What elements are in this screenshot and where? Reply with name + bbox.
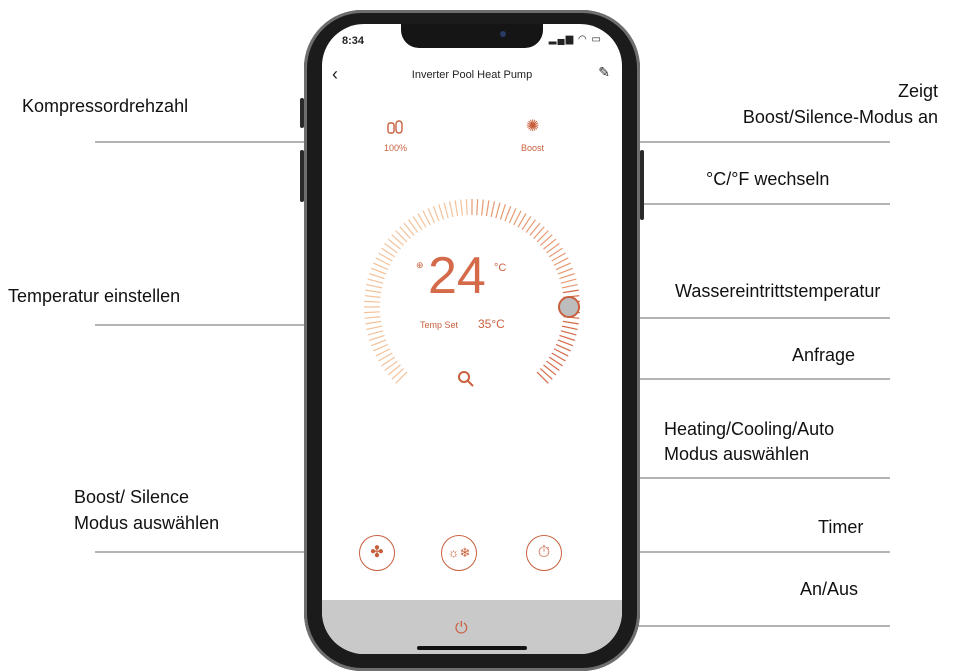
volume-down-button — [300, 150, 304, 202]
annotation-water-inlet-temperature: Wassereintrittstemperatur — [675, 281, 881, 301]
dial-tick — [561, 283, 578, 289]
power-icon[interactable]: ⏻ — [455, 620, 468, 638]
annotation-query: Anfrage — [792, 345, 856, 365]
annotation-timer: Timer — [818, 517, 864, 537]
dial-tick — [508, 208, 517, 224]
annotation-unit-switch: °C/°F wechseln — [706, 169, 830, 189]
dial-tick — [555, 262, 571, 271]
edit-icon[interactable]: ✎ — [598, 64, 610, 81]
dial-tick — [365, 320, 382, 325]
search-icon[interactable] — [457, 370, 475, 393]
dial-tick — [448, 201, 454, 218]
mode-status-value: Boost — [521, 143, 545, 153]
dial-tick — [559, 273, 575, 280]
dial-tick — [460, 199, 463, 216]
annotation-set-temperature: Temperatur einstellen — [8, 286, 181, 306]
dial-tick — [562, 289, 579, 294]
stopwatch-icon: ⏱ — [537, 544, 551, 561]
temperature-knob[interactable] — [558, 296, 580, 318]
water-inlet-icon: ⊕ — [416, 260, 424, 270]
status-icons: ▂▄▆ ◠ ▭ — [548, 34, 602, 45]
dial-tick — [364, 295, 381, 298]
fan-icon: ✤ — [370, 544, 384, 561]
annotation-on-off: An/Aus — [800, 579, 859, 599]
dial-tick — [373, 262, 389, 271]
mode-select-button[interactable]: ☼❄ — [441, 535, 477, 571]
unit-toggle[interactable]: °C — [494, 262, 506, 274]
dial-tick — [366, 283, 383, 289]
dial-tick — [485, 200, 490, 217]
dial-tick — [367, 330, 384, 336]
camera-icon — [500, 31, 506, 37]
volume-up-button — [300, 98, 304, 128]
dial-tick — [443, 202, 449, 219]
dial-tick — [454, 200, 459, 217]
status-time: 8:34 — [342, 35, 365, 47]
compressor-icon — [386, 118, 404, 141]
dial-tick — [365, 289, 382, 294]
sun-snowflake-icon: ☼❄ — [447, 545, 471, 560]
dial-tick — [557, 339, 574, 347]
dial-tick — [438, 204, 445, 220]
dial-tick — [366, 325, 383, 331]
dial-tick — [465, 199, 468, 216]
dial-tick — [373, 343, 389, 352]
annotation-boost-select-line2: Modus auswählen — [74, 513, 220, 533]
page-title: Inverter Pool Heat Pump — [411, 69, 533, 81]
fan-icon: ✺ — [526, 118, 540, 135]
timer-button[interactable]: ⏱ — [526, 535, 562, 571]
dial-tick — [367, 278, 384, 284]
dial-tick — [370, 267, 387, 275]
dial-tick — [427, 208, 436, 224]
dial-tick — [369, 334, 385, 341]
annotation-shows-mode-line2: Boost/Silence-Modus an — [742, 107, 938, 127]
annotation-mode-select-line2: Modus auswählen — [664, 444, 810, 464]
annotation-shows-mode-line1: Zeigt — [897, 81, 938, 101]
dial-tick — [369, 273, 385, 280]
annotation-mode-select-line1: Heating/Cooling/Auto — [664, 419, 835, 439]
side-button — [640, 150, 644, 220]
dial-tick — [490, 201, 496, 218]
water-inlet-temperature: 24 — [428, 247, 486, 305]
dial-tick — [364, 311, 381, 314]
dial-tick — [370, 339, 387, 347]
dial-tick — [557, 267, 574, 275]
home-indicator — [417, 646, 527, 650]
dial-tick — [561, 325, 578, 331]
compressor-speed-value: 100% — [384, 143, 408, 153]
dial-tick — [504, 205, 512, 222]
boost-silence-button[interactable]: ✤ — [359, 535, 395, 571]
temp-set-label: Temp Set — [420, 320, 459, 330]
dial-tick — [364, 316, 381, 319]
dial-tick — [560, 278, 577, 284]
dial-tick — [499, 204, 506, 220]
annotation-boost-select-line1: Boost/ Silence — [74, 487, 190, 507]
temp-set-value: 35°C — [478, 317, 505, 331]
dial-tick — [432, 205, 440, 222]
dial-tick — [559, 334, 575, 341]
dial-tick — [481, 199, 484, 216]
dial-tick — [560, 330, 577, 336]
annotation-compressor-speed: Kompressordrehzahl — [22, 96, 189, 116]
phone-screen: 8:34 ▂▄▆ ◠ ▭ ‹ Inverter Pool Heat Pump ✎… — [322, 24, 622, 654]
dial-tick — [476, 199, 479, 216]
dial-tick — [562, 320, 579, 325]
dial-tick — [495, 202, 501, 219]
dial-tick — [555, 343, 571, 352]
notch — [401, 24, 543, 48]
dial-tick — [364, 300, 381, 303]
